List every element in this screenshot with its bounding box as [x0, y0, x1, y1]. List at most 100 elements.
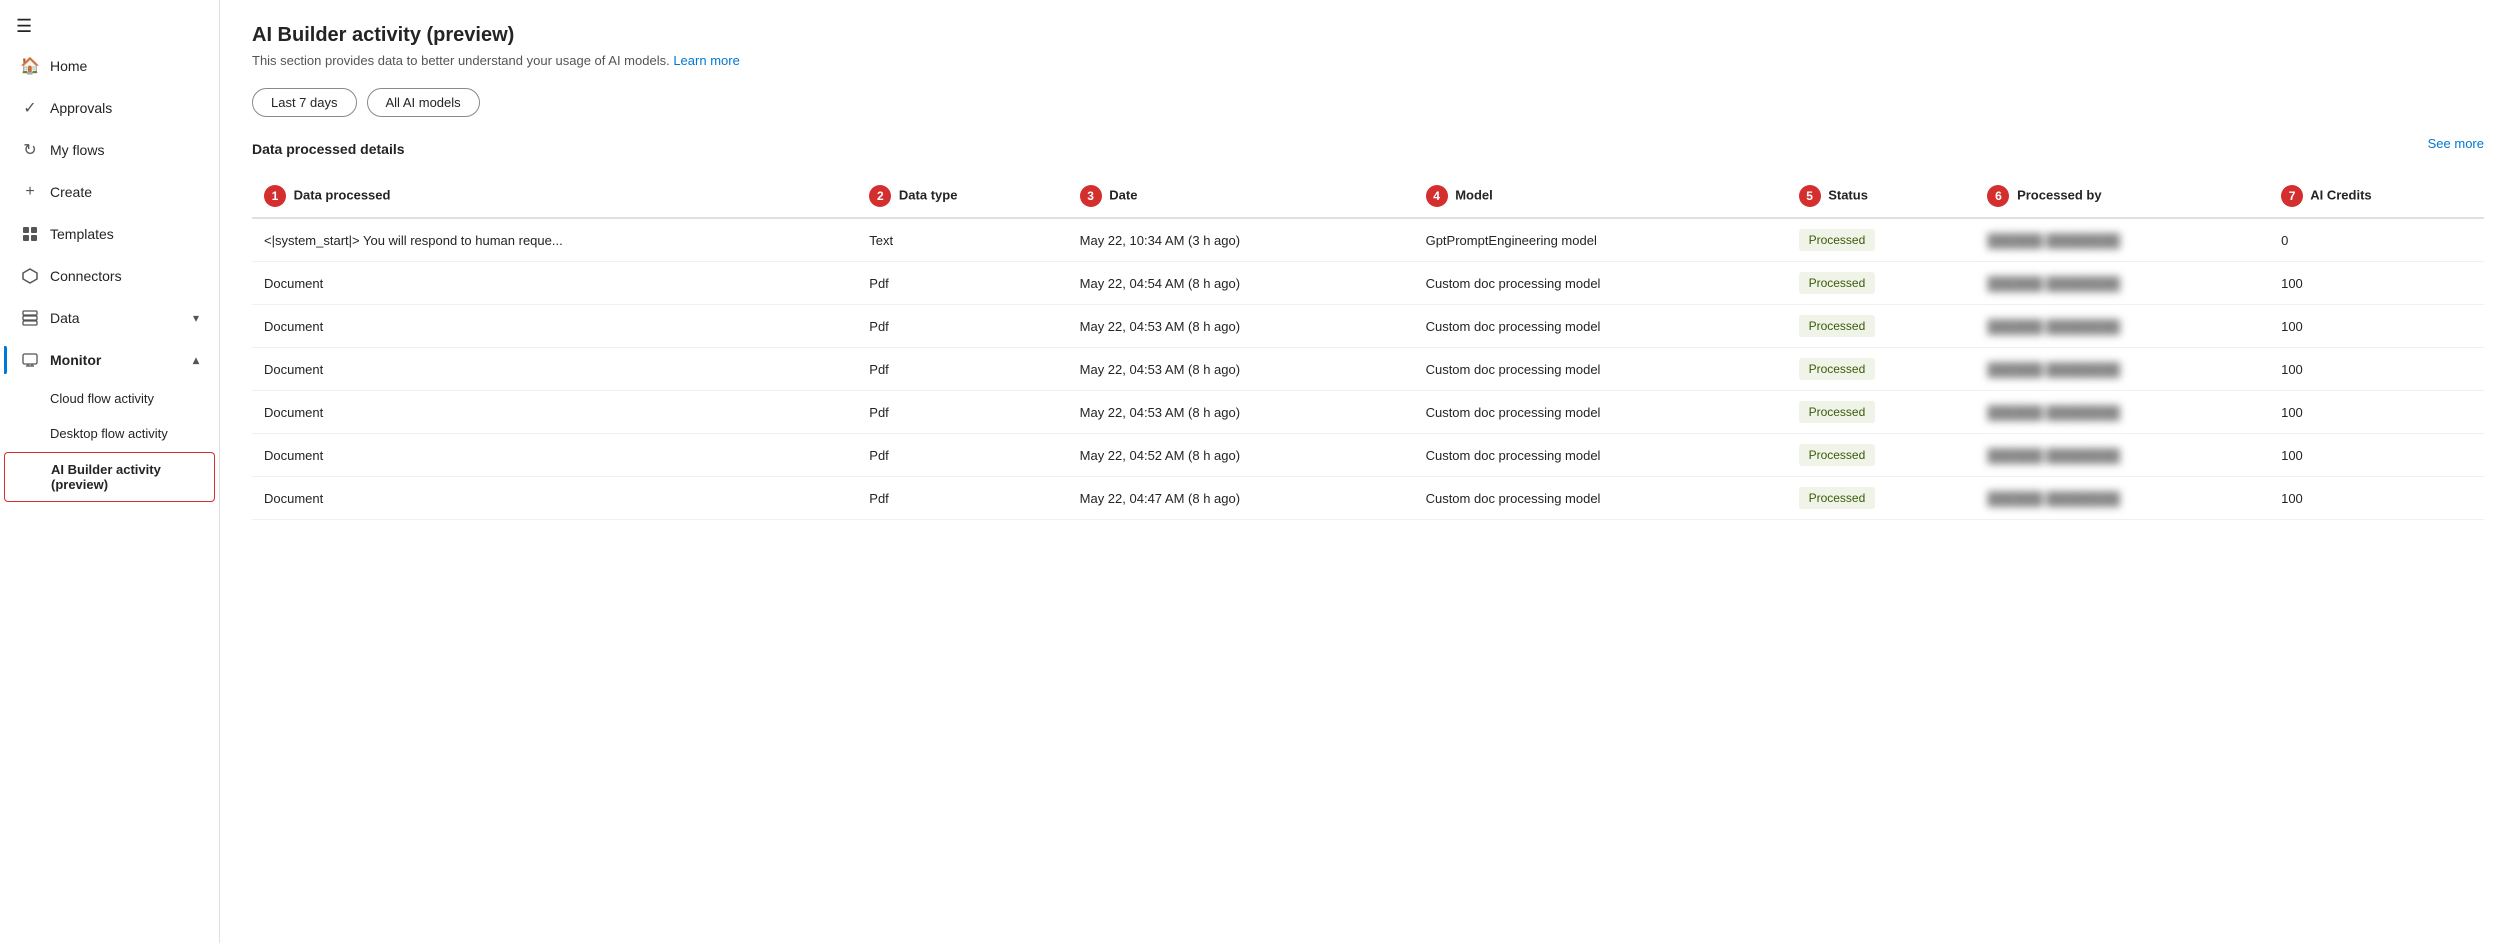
sidebar-item-label: Connectors: [50, 268, 122, 284]
cell-data-type: Pdf: [857, 262, 1067, 305]
table-row: Document Pdf May 22, 04:54 AM (8 h ago) …: [252, 262, 2484, 305]
col-header-data-type: 2 Data type: [857, 177, 1067, 218]
sidebar-item-label: Templates: [50, 226, 114, 242]
page-subtitle: This section provides data to better und…: [252, 53, 2484, 68]
cell-status: Processed: [1787, 218, 1976, 262]
cell-data-processed: Document: [252, 305, 857, 348]
sidebar-item-home[interactable]: 🏠 Home: [4, 46, 215, 86]
cell-date: May 22, 04:53 AM (8 h ago): [1068, 391, 1414, 434]
cell-status: Processed: [1787, 348, 1976, 391]
table-row: Document Pdf May 22, 04:53 AM (8 h ago) …: [252, 348, 2484, 391]
cell-data-processed: Document: [252, 434, 857, 477]
sidebar-item-label: Monitor: [50, 352, 101, 368]
cell-ai-credits: 100: [2269, 434, 2484, 477]
table-section: Data processed details See more 1 Data p…: [252, 141, 2484, 520]
col-badge-4: 4: [1426, 185, 1448, 207]
col-badge-5: 5: [1799, 185, 1821, 207]
cell-status: Processed: [1787, 434, 1976, 477]
col-badge-2: 2: [869, 185, 891, 207]
sidebar-item-label: Approvals: [50, 100, 112, 116]
col-header-status: 5 Status: [1787, 177, 1976, 218]
sidebar-item-approvals[interactable]: ✓ Approvals: [4, 88, 215, 128]
sidebar-item-connectors[interactable]: Connectors: [4, 256, 215, 296]
sidebar-subitem-label: AI Builder activity (preview): [51, 462, 198, 492]
cell-model: Custom doc processing model: [1414, 305, 1787, 348]
data-table: 1 Data processed 2 Data type 3 Date 4 Mo…: [252, 177, 2484, 520]
cell-data-type: Pdf: [857, 391, 1067, 434]
table-row: Document Pdf May 22, 04:53 AM (8 h ago) …: [252, 305, 2484, 348]
cell-processed-by: ██████ ████████: [1975, 434, 2269, 477]
cell-date: May 22, 04:53 AM (8 h ago): [1068, 305, 1414, 348]
cell-data-type: Text: [857, 218, 1067, 262]
cell-ai-credits: 100: [2269, 348, 2484, 391]
cell-status: Processed: [1787, 262, 1976, 305]
sidebar-item-myflows[interactable]: ↻ My flows: [4, 130, 215, 170]
chevron-up-icon: ▴: [193, 353, 199, 367]
sidebar-item-label: Home: [50, 58, 87, 74]
col-badge-7: 7: [2281, 185, 2303, 207]
cell-processed-by: ██████ ████████: [1975, 218, 2269, 262]
cell-date: May 22, 04:47 AM (8 h ago): [1068, 477, 1414, 520]
sidebar-item-label: Create: [50, 184, 92, 200]
cell-ai-credits: 100: [2269, 391, 2484, 434]
sidebar-item-templates[interactable]: Templates: [4, 214, 215, 254]
cell-data-processed: <|system_start|> You will respond to hum…: [252, 218, 857, 262]
sidebar-subitem-desktop-flow[interactable]: Desktop flow activity: [4, 417, 215, 450]
col-header-date: 3 Date: [1068, 177, 1414, 218]
sidebar-subitem-cloud-flow[interactable]: Cloud flow activity: [4, 382, 215, 415]
data-icon: [20, 308, 40, 328]
cell-ai-credits: 100: [2269, 477, 2484, 520]
filter-date-button[interactable]: Last 7 days: [252, 88, 357, 117]
sidebar-subitem-label: Cloud flow activity: [50, 391, 154, 406]
cell-processed-by: ██████ ████████: [1975, 262, 2269, 305]
cell-status: Processed: [1787, 305, 1976, 348]
col-header-data-processed: 1 Data processed: [252, 177, 857, 218]
cell-processed-by: ██████ ████████: [1975, 391, 2269, 434]
table-row: <|system_start|> You will respond to hum…: [252, 218, 2484, 262]
cell-model: Custom doc processing model: [1414, 262, 1787, 305]
table-section-title: Data processed details: [252, 141, 405, 157]
sidebar-item-monitor[interactable]: Monitor ▴: [4, 340, 215, 380]
cell-model: Custom doc processing model: [1414, 477, 1787, 520]
cell-processed-by: ██████ ████████: [1975, 305, 2269, 348]
sidebar-subitem-label: Desktop flow activity: [50, 426, 168, 441]
cell-date: May 22, 04:54 AM (8 h ago): [1068, 262, 1414, 305]
page-title: AI Builder activity (preview): [252, 24, 2484, 47]
filter-bar: Last 7 days All AI models: [252, 88, 2484, 117]
templates-icon: [20, 224, 40, 244]
main-content: AI Builder activity (preview) This secti…: [220, 0, 2516, 943]
see-more-link[interactable]: See more: [2428, 136, 2484, 151]
cell-ai-credits: 100: [2269, 262, 2484, 305]
filter-model-button[interactable]: All AI models: [367, 88, 480, 117]
cell-data-type: Pdf: [857, 305, 1067, 348]
cell-model: Custom doc processing model: [1414, 434, 1787, 477]
cell-status: Processed: [1787, 477, 1976, 520]
cell-model: Custom doc processing model: [1414, 348, 1787, 391]
learn-more-link[interactable]: Learn more: [673, 53, 739, 68]
cell-model: Custom doc processing model: [1414, 391, 1787, 434]
col-header-processed-by: 6 Processed by: [1975, 177, 2269, 218]
cell-ai-credits: 0: [2269, 218, 2484, 262]
cell-date: May 22, 10:34 AM (3 h ago): [1068, 218, 1414, 262]
sidebar-item-create[interactable]: + Create: [4, 172, 215, 212]
monitor-icon: [20, 350, 40, 370]
col-header-ai-credits: 7 AI Credits: [2269, 177, 2484, 218]
col-badge-3: 3: [1080, 185, 1102, 207]
cell-status: Processed: [1787, 391, 1976, 434]
sidebar-item-label: Data: [50, 310, 80, 326]
create-icon: +: [20, 182, 40, 202]
cell-date: May 22, 04:52 AM (8 h ago): [1068, 434, 1414, 477]
sidebar-subitem-ai-builder[interactable]: AI Builder activity (preview): [4, 452, 215, 502]
cell-data-processed: Document: [252, 391, 857, 434]
cell-data-processed: Document: [252, 348, 857, 391]
home-icon: 🏠: [20, 56, 40, 76]
hamburger-icon[interactable]: ☰: [0, 0, 219, 45]
connectors-icon: [20, 266, 40, 286]
sidebar-item-data[interactable]: Data ▾: [4, 298, 215, 338]
col-header-model: 4 Model: [1414, 177, 1787, 218]
cell-ai-credits: 100: [2269, 305, 2484, 348]
cell-data-type: Pdf: [857, 348, 1067, 391]
sidebar: ☰ 🏠 Home ✓ Approvals ↻ My flows + Create…: [0, 0, 220, 943]
cell-date: May 22, 04:53 AM (8 h ago): [1068, 348, 1414, 391]
cell-data-processed: Document: [252, 477, 857, 520]
